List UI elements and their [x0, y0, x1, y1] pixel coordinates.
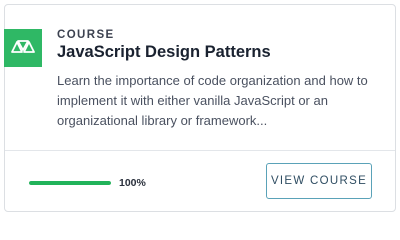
- course-badge: [4, 29, 42, 67]
- view-course-button[interactable]: VIEW COURSE: [266, 163, 372, 199]
- progress-label: 100%: [119, 177, 146, 189]
- brand-triangles-icon: [11, 39, 35, 58]
- course-description: Learn the importance of code organizatio…: [57, 73, 368, 128]
- course-kicker: COURSE: [57, 29, 115, 41]
- progress-bar: [29, 181, 111, 185]
- card-divider: [5, 150, 395, 151]
- progress-fill: [29, 181, 111, 185]
- course-title[interactable]: JavaScript Design Patterns: [57, 43, 271, 62]
- course-card: COURSE JavaScript Design Patterns Learn …: [4, 4, 396, 212]
